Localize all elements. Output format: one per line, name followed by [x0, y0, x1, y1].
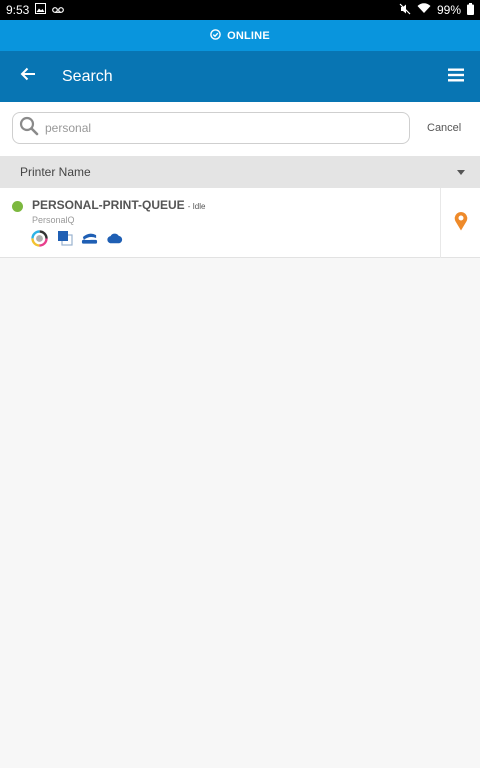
image-icon — [35, 3, 47, 17]
check-circle-icon — [210, 28, 221, 43]
hamburger-menu-icon — [448, 68, 464, 87]
connection-status-banner: ONLINE — [0, 20, 480, 51]
staple-icon — [81, 230, 98, 246]
printer-location-button[interactable] — [440, 188, 480, 258]
printer-name: PERSONAL-PRINT-QUEUE — [32, 198, 185, 212]
printer-status-dot — [12, 201, 23, 212]
back-button[interactable] — [0, 51, 56, 102]
battery-label: 99% — [436, 3, 461, 17]
arrow-left-icon — [20, 67, 36, 86]
clock: 9:53 — [6, 3, 30, 17]
menu-button[interactable] — [444, 65, 468, 89]
search-row: Cancel — [0, 102, 480, 156]
printer-status: - Idle — [187, 202, 206, 211]
caret-down-icon — [457, 170, 465, 175]
printer-feature-icons — [31, 229, 123, 247]
cancel-button[interactable]: Cancel — [427, 122, 461, 134]
search-box[interactable] — [12, 112, 410, 144]
connection-status-label: ONLINE — [227, 29, 270, 42]
search-input[interactable] — [45, 121, 385, 135]
wifi-icon — [417, 3, 431, 17]
printer-name-line: PERSONAL-PRINT-QUEUE - Idle — [32, 198, 205, 212]
cloud-icon — [106, 230, 123, 246]
sort-selector[interactable]: Printer Name — [0, 156, 480, 188]
duplex-icon — [56, 230, 73, 246]
map-pin-icon — [454, 211, 468, 236]
color-print-icon — [31, 229, 48, 247]
printer-subtitle: PersonalQ — [32, 215, 75, 225]
battery-icon — [467, 2, 474, 18]
printer-list-item[interactable]: PERSONAL-PRINT-QUEUE - Idle PersonalQ — [0, 188, 480, 258]
page-title: Search — [62, 67, 113, 85]
system-status-bar: 9:53 99% — [0, 0, 480, 20]
sort-label: Printer Name — [20, 165, 91, 179]
search-icon — [19, 116, 39, 141]
voicemail-icon — [52, 3, 65, 17]
app-toolbar: Search — [0, 51, 480, 102]
mute-icon — [399, 3, 411, 18]
